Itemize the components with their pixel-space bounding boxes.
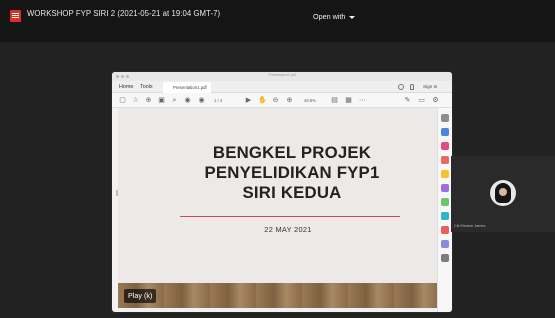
tools-sidebar: [437, 108, 452, 312]
comment-icon[interactable]: [441, 170, 449, 178]
top-bar: WORKSHOP FYP SIRI 2 (2021-05-21 at 19:04…: [0, 0, 555, 42]
tab-pdf-document[interactable]: Presentation1.pdf: [163, 82, 211, 93]
prev-page-icon[interactable]: ◉: [184, 97, 191, 104]
presentation-slide: BENGKEL PROJEK PENYELIDIKAN FYP1 SIRI KE…: [118, 108, 437, 308]
wood-floor-image: [118, 283, 437, 308]
more-icon[interactable]: ⋯: [359, 97, 366, 104]
search-icon[interactable]: ⌕: [171, 97, 178, 104]
tab-home[interactable]: Home: [119, 84, 133, 90]
fill-sign-icon[interactable]: [441, 226, 449, 234]
hand-icon[interactable]: ✋: [258, 97, 267, 104]
slide-date: 22 MAY 2021: [264, 225, 312, 234]
slide-title-line-2: PENYELIDIKAN FYP1: [204, 163, 380, 182]
help-icon[interactable]: [398, 84, 404, 90]
window-titlebar: Presentation1.pdf: [112, 72, 452, 81]
zoom-level[interactable]: 48.9%: [304, 98, 316, 103]
combine-files-icon[interactable]: [441, 184, 449, 192]
slide-divider: [180, 216, 400, 217]
file-icon: [10, 10, 21, 22]
edit-pdf-icon[interactable]: [441, 156, 449, 164]
pointer-icon[interactable]: ▶: [245, 97, 252, 104]
fit-page-icon[interactable]: ▤: [331, 97, 338, 104]
sign-in-link[interactable]: Sign In: [423, 84, 437, 89]
more-tools-icon[interactable]: [441, 254, 449, 262]
slide-title-line-3: SIRI KEDUA: [242, 183, 342, 202]
zoom-out-icon[interactable]: ⊖: [272, 97, 279, 104]
star-icon[interactable]: ☆: [132, 97, 139, 104]
comment-icon[interactable]: ▦: [345, 97, 352, 104]
open-with-label: Open with: [313, 12, 346, 21]
screen-share-window: Presentation1.pdf Home Tools Presentatio…: [112, 72, 452, 312]
bell-icon[interactable]: [410, 84, 414, 90]
tab-tools[interactable]: Tools: [140, 84, 153, 90]
window-title: Presentation1.pdf: [268, 73, 296, 77]
recording-title: WORKSHOP FYP SIRI 2 (2021-05-21 at 19:04…: [27, 9, 221, 18]
settings-icon[interactable]: ⚙: [432, 97, 439, 104]
app-tab-bar: Home Tools Presentation1.pdf Sign In: [112, 81, 452, 93]
slide-title-line-1: BENGKEL PROJEK: [212, 143, 372, 162]
scan-icon[interactable]: [441, 212, 449, 220]
print-icon[interactable]: ▣: [158, 97, 165, 104]
edit-icon[interactable]: ✎: [404, 97, 411, 104]
avatar-icon: [490, 180, 516, 206]
chevron-down-icon: [349, 15, 356, 19]
play-button[interactable]: Play (k): [124, 289, 157, 303]
organize-pages-icon[interactable]: [441, 198, 449, 206]
slide-title: BENGKEL PROJEK PENYELIDIKAN FYP1 SIRI KE…: [182, 143, 402, 203]
search-icon[interactable]: [441, 114, 449, 122]
create-pdf-icon[interactable]: [441, 142, 449, 150]
participant-name: Cik Eleanie James: [454, 224, 486, 228]
pdf-toolbar: ▢ ☆ ⊕ ▣ ⌕ ◉ ◉ 1 / 4 ▶ ✋ ⊖ ⊕ 48.9% ▤ ▦ ⋯ …: [112, 93, 452, 108]
sidebar-icon[interactable]: ▭: [418, 97, 425, 104]
open-with-button[interactable]: Open with: [303, 9, 366, 25]
next-page-icon[interactable]: ◉: [198, 97, 205, 104]
protect-icon[interactable]: [441, 240, 449, 248]
meeting-recording-viewer: WORKSHOP FYP SIRI 2 (2021-05-21 at 19:04…: [0, 0, 555, 318]
export-pdf-icon[interactable]: [441, 128, 449, 136]
face-shape: [499, 188, 507, 196]
page-counter[interactable]: 1 / 4: [214, 98, 222, 103]
zoom-in-icon[interactable]: ⊕: [286, 97, 293, 104]
slide-scroll-handle[interactable]: [116, 190, 118, 196]
participant-tile: Cik Eleanie James: [451, 156, 555, 232]
page-icon[interactable]: ▢: [119, 97, 126, 104]
share-icon[interactable]: ⊕: [145, 97, 152, 104]
